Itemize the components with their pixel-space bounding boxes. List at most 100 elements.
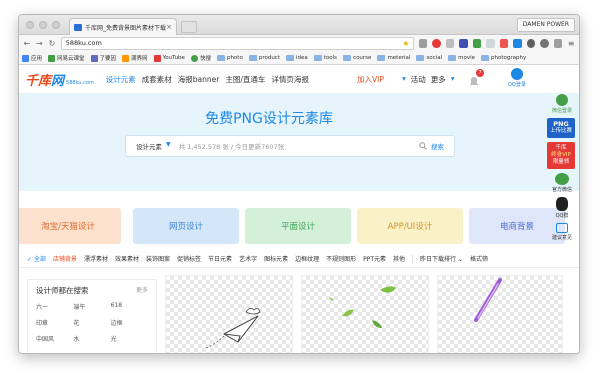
bookmark-folder[interactable]: product [248,55,280,61]
hot-tag[interactable]: 边框 [111,318,148,327]
nav-design-elements[interactable]: 设计元素 [106,74,136,85]
asset-thumbnail-light-beam[interactable] [437,275,563,353]
bookmark-folder[interactable]: course [343,55,371,61]
filter-item[interactable]: PPT元素 [363,254,386,263]
extension-icon[interactable] [499,39,509,48]
format-filter[interactable]: 格式筛 [470,254,488,263]
filter-all[interactable]: ✓ 全部 [27,254,46,263]
filter-item[interactable]: 效果素材 [115,254,139,263]
bookmarks-bar: 应用 网易云课堂 了要因 满界网 YouTube 快搜 photo produc… [19,52,579,65]
category-card-graphic[interactable]: 平面设计 [245,208,351,244]
filter-item[interactable]: 店铺背景 [53,254,77,263]
profile-button[interactable]: DAMEN POWER [516,18,575,32]
power-icon[interactable] [526,39,536,48]
notification-bell-icon[interactable]: 7 [468,69,484,85]
forward-icon[interactable]: → [36,39,44,48]
category-card-taobao[interactable]: 淘宝/天猫设计 [19,208,121,244]
url-input[interactable]: 588ku.com ★ [60,37,414,50]
site-logo[interactable]: 千库 网 588ku.com [25,70,94,89]
qq-login-button[interactable]: QQ登录 [508,68,526,88]
bookmark-folder[interactable]: meterial [377,55,410,61]
nav-main-image[interactable]: 主图/直通车 [225,74,265,85]
bookmark-item[interactable]: 快搜 [190,54,211,62]
hot-tag[interactable]: 花 [73,318,110,327]
filter-item[interactable]: 促销标签 [177,254,201,263]
hot-tag[interactable]: 端午 [73,302,110,311]
hot-tag[interactable]: 印章 [36,318,73,327]
filter-item[interactable]: 边框纹理 [295,254,319,263]
filter-item[interactable]: 节日元素 [208,254,232,263]
lifetime-vip-banner[interactable]: 千库 终身VIP 限量领 [547,142,577,169]
search-category-select[interactable]: 设计元素 ▼ [126,141,179,151]
dropdown-caret-icon[interactable]: ▾ [402,74,406,85]
asset-thumbnail-leaves[interactable] [301,275,429,353]
extension-icon[interactable] [486,39,495,48]
hot-tag[interactable]: 六一 [36,302,73,311]
bookmark-folder[interactable]: social [416,55,442,61]
official-wechat-button[interactable]: 官方微信 [547,173,577,193]
qq-group-button[interactable]: QQ群 [547,197,577,219]
search-button[interactable]: 搜索 [419,141,454,151]
extension-icon[interactable] [553,39,563,48]
bookmark-folder[interactable]: photo [216,55,243,61]
dropdown-caret-icon[interactable]: ▾ [451,74,455,85]
maximize-window-button[interactable] [52,21,60,29]
bookmark-folder[interactable]: tools [313,55,337,61]
close-window-button[interactable] [26,21,34,29]
filter-item[interactable]: 其他 [393,254,405,263]
reload-icon[interactable]: ↻ [48,39,56,48]
new-tab-button[interactable] [181,21,197,33]
more-link[interactable]: 更多 [431,74,446,85]
back-icon[interactable]: ← [23,39,31,48]
bookmark-youtube[interactable]: YouTube [153,54,185,62]
browser-tab[interactable]: 千库网_免费背景图片素材下载 × [69,18,177,35]
minimize-window-button[interactable] [39,21,47,29]
checkmark-icon: ✓ [27,256,33,263]
hot-search-more-link[interactable]: 更多 [136,285,148,296]
search-input[interactable]: 共 1,452,578 张 / 今日更新7607张 [179,141,419,151]
hot-tag[interactable]: 618 [111,302,148,311]
divider [412,254,414,263]
bookmark-item[interactable]: 网易云课堂 [48,54,85,62]
filter-item[interactable]: 漂浮素材 [84,254,108,263]
pinterest-icon[interactable] [432,39,441,48]
wechat-icon [556,94,568,106]
hot-tag[interactable]: 中国风 [36,334,73,343]
extension-icon[interactable] [418,39,428,48]
sort-dropdown[interactable]: 昨日下载排行 ⌄ [420,254,463,263]
activity-link[interactable]: 活动 [411,74,426,85]
qq-penguin-icon [556,197,568,211]
shield-icon[interactable] [472,39,482,48]
filter-item[interactable]: 装饰图案 [146,254,170,263]
bookmark-folder[interactable]: photography [481,55,526,61]
bookmark-folder[interactable]: idea [285,55,308,61]
bookmark-item[interactable]: 满界网 [122,54,148,62]
menu-icon[interactable]: ≡ [567,39,575,48]
hot-tag[interactable]: 光 [111,334,148,343]
hot-tag[interactable]: 水 [73,334,110,343]
asset-thumbnail-paper-plane[interactable] [165,275,293,353]
category-card-web[interactable]: 网页设计 [133,208,239,244]
extension-icon[interactable] [540,39,549,48]
folder-icon [313,55,322,61]
tab-close-icon[interactable]: × [166,23,172,31]
nav-banner[interactable]: 海报banner [178,74,220,85]
bookmark-star-icon[interactable]: ★ [402,38,409,49]
extension-icon[interactable] [445,39,455,48]
extension-icon[interactable] [513,39,522,48]
png-contest-banner[interactable]: PNG 上传比赛 [547,118,577,138]
bookmark-apps[interactable]: 应用 [22,54,42,62]
feedback-button[interactable]: 建议意见 [547,223,577,241]
nav-detail-poster[interactable]: 详情页海报 [271,74,309,85]
category-card-appui[interactable]: APP/UI设计 [357,208,463,244]
filter-item[interactable]: 不规则图形 [326,254,356,263]
bookmark-folder[interactable]: movie [448,55,475,61]
filter-item[interactable]: 图标元素 [264,254,288,263]
bookmark-item[interactable]: 了要因 [90,54,116,62]
site-icon [190,54,198,62]
join-vip-link[interactable]: 加入VIP [357,74,384,85]
wechat-login-button[interactable]: 微信登录 [547,94,577,114]
nav-sets[interactable]: 成套素材 [142,74,172,85]
filter-item[interactable]: 艺术字 [239,254,257,263]
extension-icon[interactable] [459,39,468,48]
